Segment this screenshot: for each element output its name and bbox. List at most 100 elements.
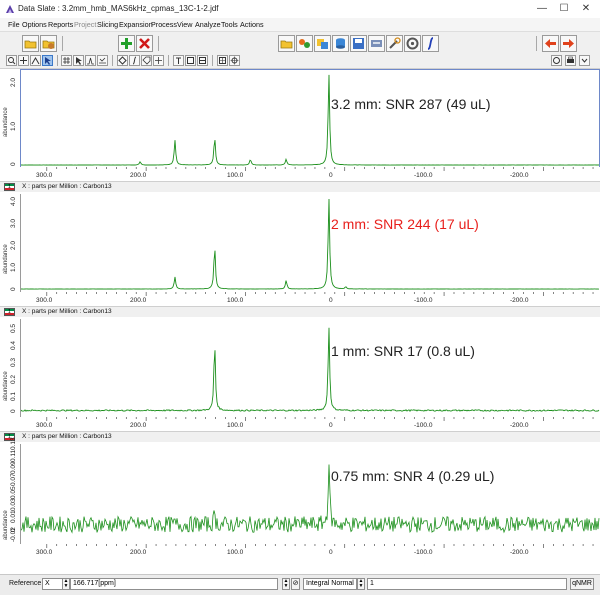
spectrum-panel-3: abundance 0 0.1 0.2 0.3 0.4 0.5 1 mm: SN… xyxy=(0,319,600,444)
menu-project[interactable]: Project xyxy=(74,20,96,29)
plot-area-2[interactable]: 2 mm: SNR 244 (17 uL) xyxy=(20,194,600,292)
x-axis-1: 300.0 200.0 100.0 0 -100.0 -200.0 xyxy=(0,167,600,181)
y-axis-label: abundance xyxy=(3,244,9,274)
pointer-icon[interactable] xyxy=(73,55,84,66)
x-axis-3: 300.0 200.0 100.0 0 -100.0 -200.0 xyxy=(0,417,600,431)
cursor-icon[interactable] xyxy=(42,55,53,66)
arrow-right-icon[interactable] xyxy=(560,35,577,52)
y-tick: 0.1 xyxy=(10,391,17,401)
spectrum-plot-1 xyxy=(21,74,599,166)
flag-icon[interactable]: 1 xyxy=(4,308,15,316)
y-axis-label: abundance xyxy=(3,107,9,137)
plus-icon[interactable] xyxy=(153,55,164,66)
y-tick: 0.4 xyxy=(10,340,17,350)
baseline-icon[interactable] xyxy=(97,55,108,66)
ppm-spinner[interactable]: ▲ ▼ xyxy=(282,578,290,590)
integrate-icon[interactable] xyxy=(129,55,140,66)
shift-icon[interactable] xyxy=(551,55,562,66)
integral-value-input[interactable]: 1 xyxy=(367,578,567,590)
grid-icon[interactable] xyxy=(217,55,228,66)
transfer-icon[interactable] xyxy=(368,35,385,52)
toolbar-separator xyxy=(212,55,213,66)
menu-file[interactable]: File xyxy=(8,20,20,29)
more-icon[interactable] xyxy=(579,55,590,66)
merge-icon[interactable] xyxy=(296,35,313,52)
menu-tools[interactable]: Tools xyxy=(221,20,238,29)
x-tick: 300.0 xyxy=(36,297,53,304)
spectrum-panel-2: abundance 0 1.0 2.0 3.0 4.0 2 mm: SNR 24… xyxy=(0,194,600,319)
x-tick: 100.0 xyxy=(227,172,244,179)
plot-area-1[interactable]: 3.2 mm: SNR 287 (49 uL) xyxy=(20,69,600,169)
plot-area-3[interactable]: 1 mm: SNR 17 (0.8 uL) xyxy=(20,319,600,417)
integral-mode-spinner[interactable]: ▲ ▼ xyxy=(357,578,365,590)
lock-button[interactable]: ⊘ xyxy=(291,578,300,590)
spectrum-plot-2 xyxy=(21,198,599,290)
zoom-icon[interactable] xyxy=(6,55,17,66)
app-icon xyxy=(6,5,14,13)
database-icon[interactable] xyxy=(332,35,349,52)
menu-view[interactable]: View xyxy=(177,20,192,29)
maximize-button[interactable]: ☐ xyxy=(552,2,576,16)
save-icon[interactable] xyxy=(350,35,367,52)
crosshair-icon[interactable] xyxy=(229,55,240,66)
axis-spinner[interactable]: ▲ ▼ xyxy=(62,578,70,590)
close-button[interactable]: ✕ xyxy=(574,2,598,16)
tool-icon[interactable] xyxy=(386,35,403,52)
open-folder-icon[interactable] xyxy=(22,35,39,52)
print-icon[interactable] xyxy=(565,55,576,66)
pan-icon[interactable] xyxy=(18,55,29,66)
x-tick: 300.0 xyxy=(36,422,53,429)
tag-icon[interactable] xyxy=(141,55,152,66)
y-tick: 3.0 xyxy=(10,218,17,228)
menu-process[interactable]: Process xyxy=(151,20,177,29)
status-bar: Reference X ▲ ▼ 166.717[ppm] ▲ ▼ ⊘ Integra… xyxy=(0,574,600,595)
menu-slicing[interactable]: Slicing xyxy=(97,20,118,29)
x-tick: 300.0 xyxy=(36,549,53,556)
window-title: Data Slate : 3.2mm_hmb_MAS6kHz_cpmas_13C… xyxy=(18,4,219,13)
y-tick: 0.03 xyxy=(10,498,17,511)
menu-analyze[interactable]: Analyze xyxy=(195,20,221,29)
minimize-button[interactable]: — xyxy=(530,2,554,16)
qnmr-button[interactable]: qNMR xyxy=(570,578,594,590)
peak-icon[interactable] xyxy=(85,55,96,66)
add-icon[interactable] xyxy=(118,35,135,52)
x-axis-title: X : parts per Million : Carbon13 xyxy=(22,183,112,190)
ppm-input[interactable]: 166.717[ppm] xyxy=(70,578,278,590)
y-tick: 4.0 xyxy=(10,196,17,206)
flag-icon[interactable]: 1 xyxy=(4,183,15,191)
text-icon[interactable] xyxy=(173,55,184,66)
spectrum-line xyxy=(21,198,599,290)
remove-icon[interactable] xyxy=(136,35,153,52)
frame-icon[interactable] xyxy=(197,55,208,66)
x-tick: -100.0 xyxy=(414,422,433,429)
multi-icon[interactable] xyxy=(314,35,331,52)
open-recent-icon[interactable] xyxy=(40,35,57,52)
x-tick: -100.0 xyxy=(414,549,433,556)
x-tick-marks xyxy=(46,292,594,296)
x-tick: -200.0 xyxy=(510,549,529,556)
axis-select[interactable]: X xyxy=(42,578,64,590)
menu-options[interactable]: Options xyxy=(22,20,47,29)
diamond-icon[interactable] xyxy=(117,55,128,66)
box-icon[interactable] xyxy=(185,55,196,66)
menu-actions[interactable]: Actions xyxy=(240,20,264,29)
menu-expansion[interactable]: Expansion xyxy=(119,20,153,29)
arrow-left-icon[interactable] xyxy=(542,35,559,52)
plot-area-4[interactable]: 0.75 mm: SNR 4 (0.29 uL) xyxy=(20,444,600,544)
main-toolbar xyxy=(0,32,600,55)
x-tick: 0 xyxy=(329,422,333,429)
settings-icon[interactable] xyxy=(404,35,421,52)
integral-icon[interactable] xyxy=(422,35,439,52)
folder-icon[interactable] xyxy=(278,35,295,52)
y-tick: 0.5 xyxy=(10,323,17,333)
select-icon[interactable] xyxy=(30,55,41,66)
integral-mode-select[interactable]: Integral Normal xyxy=(303,578,357,590)
spectrum-plot-4 xyxy=(21,464,600,534)
x-axis-4: 300.0 200.0 100.0 0 -100.0 -200.0 xyxy=(0,544,600,574)
sharp-icon[interactable] xyxy=(61,55,72,66)
snr-annotation: 1 mm: SNR 17 (0.8 uL) xyxy=(331,343,475,359)
y-tick: 0.13 xyxy=(10,437,17,450)
menu-reports[interactable]: Reports xyxy=(48,20,73,29)
y-axis-label: abundance xyxy=(3,371,9,401)
x-tick: 0 xyxy=(329,297,333,304)
